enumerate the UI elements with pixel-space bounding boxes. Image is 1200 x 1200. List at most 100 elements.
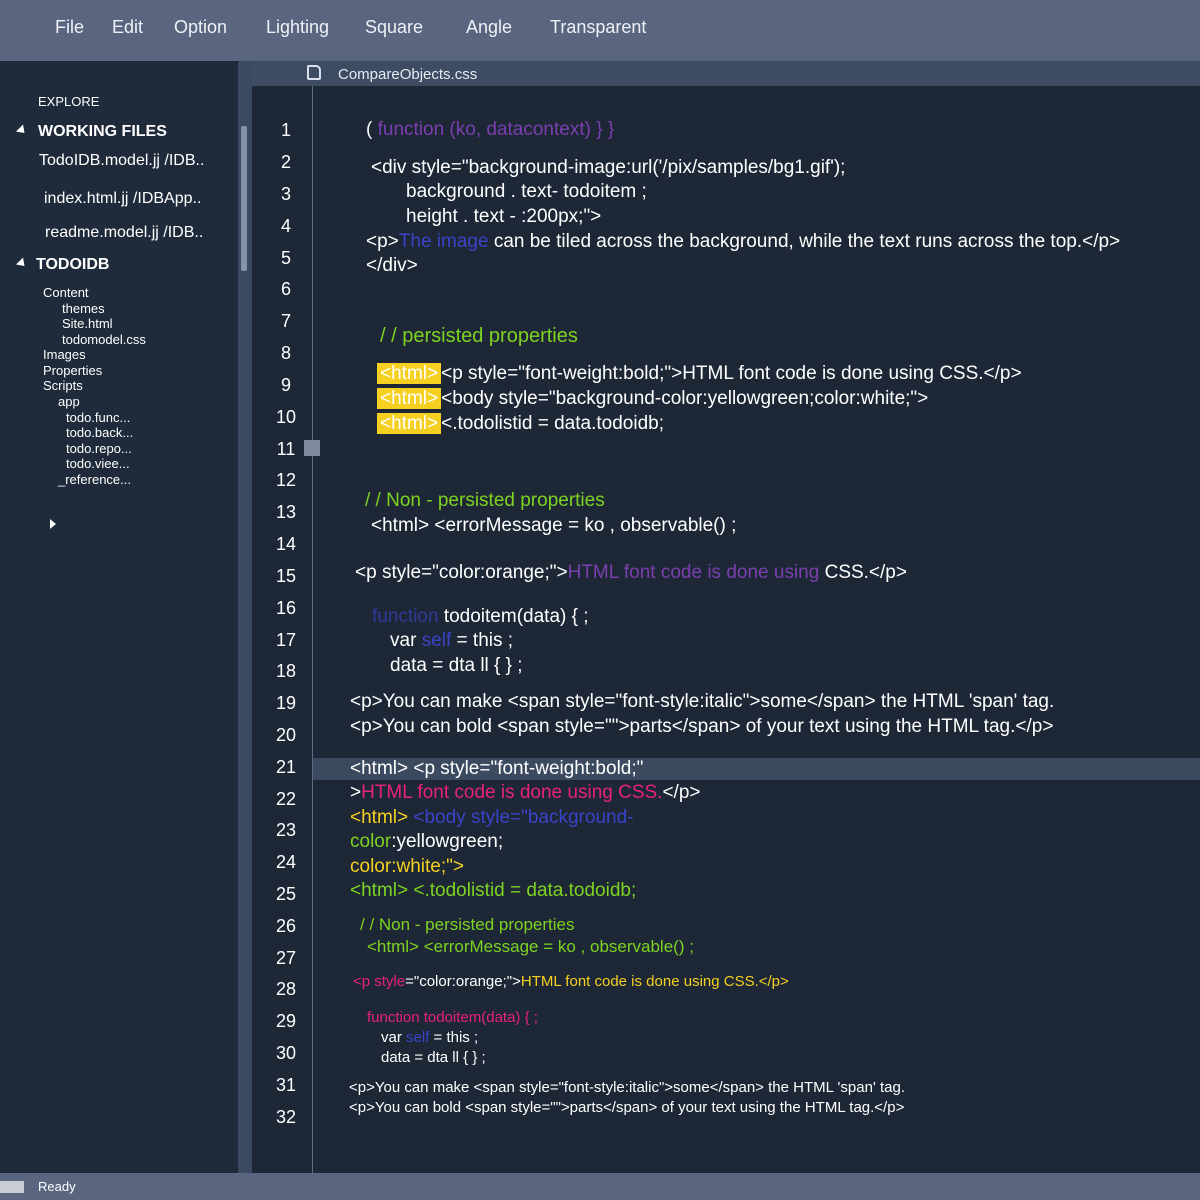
code-line: <p style="color:orange;">HTML font code … [355,562,907,584]
highlighted-tag: <html> [377,388,442,409]
string-token: HTML font code is done using CSS. [361,782,663,803]
line-number: 1 [280,120,291,140]
line-number: 11 [276,439,296,459]
line-number: 5 [280,248,291,268]
line-number: 20 [275,725,297,745]
working-files-header[interactable]: WORKING FILES [38,123,167,141]
tag-token: <html> [350,807,414,828]
tree-item[interactable]: todo.func... [66,410,130,425]
tree-item[interactable]: _reference... [58,472,131,487]
code-line: <html> <body style="background- [350,807,633,829]
line-number: 3 [280,184,291,204]
code-token: > [350,782,362,803]
project-header[interactable]: TODOIDB [36,256,109,274]
code-line: data = dta ll { } ; [390,655,523,676]
code-token: can be tiled across the background, whil… [488,231,1121,252]
code-line: <p>You can bold <span style="">parts</sp… [350,716,1054,737]
string-token: HTML font code is done using CSS.</p> [520,973,789,990]
menu-transparent[interactable]: Transparent [550,17,646,38]
code-line: <p>You can bold <span style="">parts</sp… [349,1099,905,1116]
code-line: color:white;"> [350,856,464,878]
tree-item[interactable]: todo.back... [66,425,133,440]
menu-square[interactable]: Square [365,17,423,38]
code-line: <html> <p style="font-weight:bold;" [350,758,644,779]
sidebar-scrollbar-thumb[interactable] [241,126,247,271]
code-line: <p>The image can be tiled across the bac… [366,231,1120,253]
code-line: color:yellowgreen; [350,831,503,853]
line-number: 21 [275,757,297,777]
tree-item[interactable]: todomodel.css [62,332,146,347]
tree-item[interactable]: todo.viee... [66,456,130,471]
line-number: 31 [275,1075,297,1095]
property-token: color [350,831,392,852]
code-line: ( function (ko, datacontext) } } [366,119,614,141]
code-comment: / / Non - persisted properties [365,490,605,511]
line-number: 6 [280,279,291,299]
tree-item[interactable]: Site.html [62,316,113,331]
line-number: 14 [275,534,297,554]
tree-item[interactable]: Scripts [43,378,83,393]
line-number: 17 [275,630,297,650]
line-number: 24 [275,852,297,872]
tab-compareobjects[interactable]: CompareObjects.css [338,66,477,83]
menu-lighting[interactable]: Lighting [266,17,329,38]
line-number: 30 [275,1043,297,1063]
tree-item[interactable]: Properties [43,363,102,378]
tree-item[interactable]: themes [62,301,105,316]
status-indicator [0,1181,24,1193]
line-number: 29 [275,1011,297,1031]
code-line: var self = this ; [390,630,513,652]
menu-file[interactable]: File [55,17,84,38]
tree-item[interactable]: todo.repo... [66,441,132,456]
code-line: <html> <.todolistid = data.todoidb; [377,413,664,435]
code-line: <html> <body style="background-color:yell… [377,388,928,410]
tree-item[interactable]: Images [43,347,86,362]
working-file-item[interactable]: readme.model.jj /IDB.. [45,224,203,242]
code-line: </div> [366,255,418,276]
code-token: <p> [366,231,399,252]
menu-edit[interactable]: Edit [112,17,143,38]
line-number: 28 [275,979,297,999]
code-token: </p> [662,782,701,803]
line-number: 25 [275,884,297,904]
code-line: background . text- todoitem ; [406,181,647,202]
menu-angle[interactable]: Angle [466,17,512,38]
code-line: <p style="color:orange;">HTML font code … [353,973,789,990]
status-text: Ready [38,1179,76,1194]
code-token: var [381,1029,407,1046]
code-token: var [390,630,422,651]
working-file-item[interactable]: index.html.jj /IDBApp.. [44,190,201,208]
line-number: 32 [275,1107,297,1127]
gutter-divider [312,86,313,1173]
tree-item[interactable]: Content [43,285,89,300]
keyword-token: <body style="background- [413,807,634,828]
code-line: var self = this ; [381,1029,478,1046]
code-token: <body style="background-color:yellowgree… [441,388,929,409]
line-number: 12 [275,470,297,490]
code-line: <div style="background-image:url('/pix/s… [371,157,846,178]
explore-label: EXPLORE [38,94,100,109]
code-line: data = dta ll { } ; [381,1049,486,1066]
menu-option[interactable]: Option [174,17,227,38]
code-token: ( [366,119,378,140]
line-number: 19 [275,693,297,713]
expand-arrow-icon[interactable] [50,519,56,529]
code-token: <.todolistid = data.todoidb; [441,413,664,434]
highlighted-tag: <html> [377,363,442,384]
line-number: 27 [275,948,297,968]
line-number: 9 [280,375,291,395]
working-file-item[interactable]: TodoIDB.model.jj /IDB.. [39,152,204,170]
status-bar [0,1173,1200,1200]
highlighted-tag: <html> [377,413,442,434]
keyword-token: self [421,630,452,651]
line-number: 4 [280,216,291,236]
code-line: <html> <errorMessage = ko , observable()… [371,515,737,536]
line-number: 26 [275,916,297,936]
code-line: <p>You can make <span style="font-style:… [350,691,1055,712]
code-line: function todoitem(data) { ; [367,1009,538,1026]
code-token: <p style="font-weight:bold;">HTML font c… [441,363,1022,384]
keyword-token: function (ko, datacontext) } } [377,119,615,140]
keyword-token: The image [398,231,489,252]
tree-item[interactable]: app [58,394,80,409]
code-comment: / / persisted properties [380,325,578,347]
